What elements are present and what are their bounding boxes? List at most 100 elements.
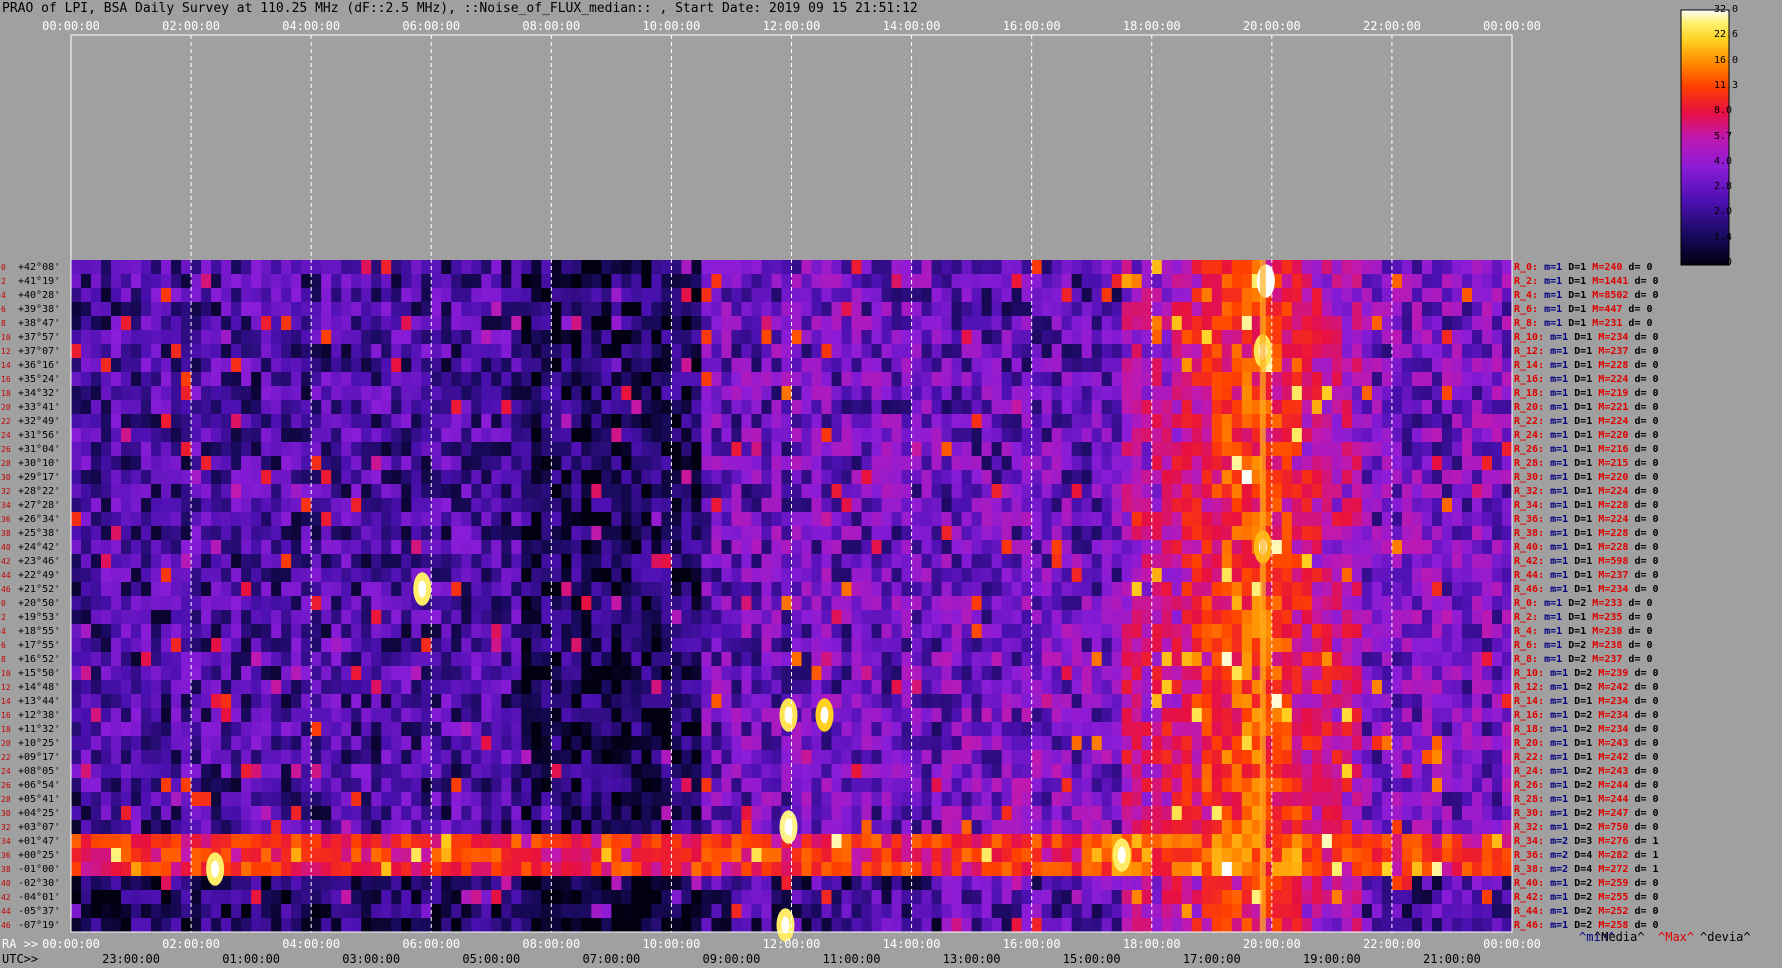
heat-cell	[821, 470, 832, 485]
heat-cell	[831, 568, 842, 583]
heat-cell	[451, 372, 462, 387]
heat-cell	[81, 638, 92, 653]
heat-cell	[961, 484, 973, 499]
heat-cell	[251, 652, 262, 667]
heat-cell	[1161, 302, 1173, 317]
heat-cell	[221, 666, 232, 681]
heat-cell	[671, 274, 682, 289]
heat-cell	[1471, 484, 1483, 499]
heat-cell	[531, 652, 542, 667]
heat-cell	[841, 484, 852, 499]
heat-cell	[641, 610, 652, 625]
heat-cell	[611, 680, 622, 695]
heat-cell	[1461, 526, 1473, 541]
heat-cell	[771, 470, 782, 485]
heat-cell	[721, 568, 732, 583]
heat-cell	[951, 596, 963, 611]
heat-cell	[1051, 386, 1063, 401]
heat-cell	[971, 680, 983, 695]
heat-cell	[791, 400, 802, 415]
heat-cell	[941, 680, 953, 695]
heat-cell	[651, 288, 662, 303]
heat-cell	[531, 428, 542, 443]
heat-cell	[1471, 708, 1483, 723]
heat-cell	[1171, 638, 1183, 653]
heat-cell	[401, 512, 412, 527]
heat-cell	[341, 358, 352, 373]
heat-cell	[911, 736, 922, 751]
heat-cell	[351, 694, 362, 709]
heat-cell	[751, 316, 762, 331]
heat-cell	[361, 442, 372, 457]
heat-cell	[681, 330, 692, 345]
heat-cell	[591, 736, 602, 751]
heat-cell	[901, 540, 912, 555]
heat-cell	[841, 638, 852, 653]
heat-cell	[461, 302, 472, 317]
heat-cell	[911, 274, 922, 289]
heat-cell	[381, 414, 392, 429]
heat-cell	[781, 680, 792, 695]
heat-cell	[701, 624, 712, 639]
heat-cell	[371, 330, 382, 345]
heat-cell	[71, 680, 82, 695]
heat-cell	[1011, 302, 1023, 317]
heat-cell	[91, 456, 102, 471]
heat-cell	[391, 428, 402, 443]
heat-cell	[201, 274, 212, 289]
heat-cell	[271, 568, 282, 583]
heat-cell	[491, 456, 502, 471]
heat-cell	[111, 498, 122, 513]
heat-cell	[351, 540, 362, 555]
heat-cell	[571, 540, 582, 555]
heat-cell	[1151, 680, 1163, 695]
heat-cell	[881, 512, 892, 527]
heat-cell	[821, 372, 832, 387]
heat-cell	[841, 260, 852, 275]
heat-cell	[241, 722, 252, 737]
heat-cell	[301, 708, 312, 723]
heat-cell	[641, 526, 652, 541]
heat-cell	[1501, 288, 1513, 303]
heat-cell	[821, 526, 832, 541]
heat-cell	[301, 442, 312, 457]
heat-cell	[1181, 498, 1193, 513]
heat-cell	[1121, 526, 1133, 541]
heat-cell	[651, 568, 662, 583]
heat-cell	[741, 624, 752, 639]
heat-cell	[821, 666, 832, 681]
heat-cell	[991, 568, 1003, 583]
heat-cell	[1191, 316, 1203, 331]
heat-cell	[1041, 568, 1053, 583]
heat-cell	[391, 680, 402, 695]
heat-cell	[1161, 498, 1173, 513]
heat-cell	[461, 736, 472, 751]
heat-cell	[441, 736, 452, 751]
heat-cell	[1071, 554, 1083, 569]
heat-cell	[1361, 498, 1373, 513]
heat-cell	[1141, 526, 1153, 541]
heat-cell	[701, 344, 712, 359]
heat-cell	[831, 386, 842, 401]
heat-cell	[531, 316, 542, 331]
heat-cell	[491, 624, 502, 639]
heat-cell	[1031, 694, 1043, 709]
heat-cell	[751, 736, 762, 751]
heat-cell	[1481, 680, 1493, 695]
heat-cell	[981, 442, 993, 457]
heat-cell	[91, 554, 102, 569]
heat-cell	[1411, 596, 1423, 611]
heat-cell	[151, 722, 162, 737]
heat-cell	[381, 610, 392, 625]
heat-cell	[1431, 442, 1443, 457]
heat-cell	[1271, 414, 1283, 429]
heat-cell	[961, 386, 973, 401]
heat-cell	[751, 680, 762, 695]
heat-cell	[1001, 512, 1013, 527]
heat-cell	[1501, 358, 1513, 373]
heat-cell	[1151, 302, 1163, 317]
heat-cell	[191, 680, 202, 695]
heat-cell	[1461, 358, 1473, 373]
heat-cell	[421, 694, 432, 709]
heat-cell	[1321, 652, 1333, 667]
